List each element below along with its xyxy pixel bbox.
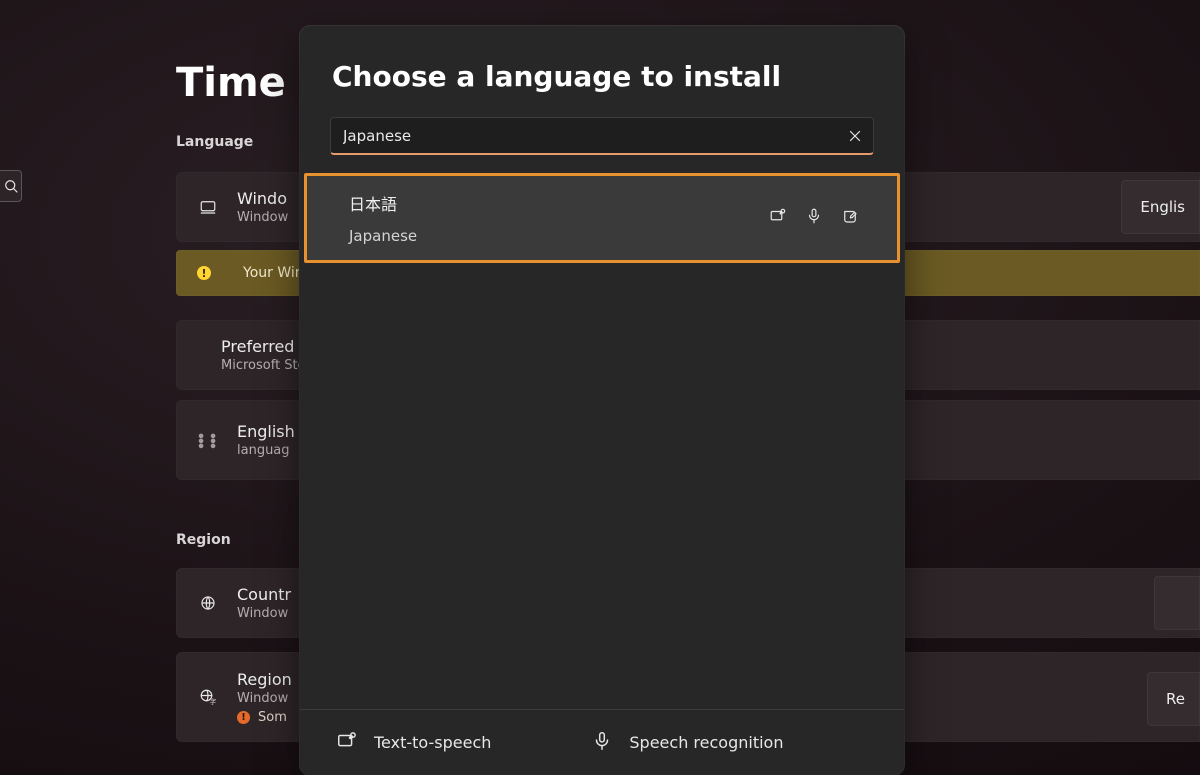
- search-icon: [2, 177, 20, 195]
- language-search-input[interactable]: [331, 127, 837, 145]
- svg-text:字: 字: [210, 697, 217, 706]
- monitor-icon: [197, 198, 219, 216]
- clear-search-button[interactable]: [837, 127, 873, 145]
- value-label: Englis: [1140, 198, 1185, 216]
- language-search-field[interactable]: [330, 117, 874, 155]
- sidebar-search-stub[interactable]: [0, 170, 22, 202]
- country-value[interactable]: [1154, 576, 1200, 630]
- drag-handle-icon[interactable]: ∙∙∙∙∙∙: [197, 433, 219, 448]
- capability-legend: Text-to-speech Speech recognition: [300, 709, 904, 775]
- legend-label: Text-to-speech: [374, 733, 491, 752]
- alert-text: Som: [258, 710, 287, 725]
- dialog-title: Choose a language to install: [300, 26, 904, 93]
- speech-recognition-icon: [591, 730, 613, 756]
- text-to-speech-icon: [336, 730, 358, 756]
- globe-icon: [197, 594, 219, 612]
- regional-format-value[interactable]: Re: [1147, 672, 1200, 726]
- close-icon: [846, 127, 864, 145]
- language-result-japanese[interactable]: 日本語 Japanese: [304, 173, 900, 263]
- result-english-name: Japanese: [349, 227, 769, 245]
- section-header-region: Region: [176, 532, 231, 548]
- alert-icon: !: [237, 711, 250, 724]
- warning-icon: !: [197, 266, 211, 280]
- legend-item-speech: Speech recognition: [591, 730, 783, 756]
- warning-text: Your Win: [243, 265, 304, 281]
- speech-recognition-icon: [805, 207, 823, 229]
- text-to-speech-icon: [769, 207, 787, 229]
- result-text: 日本語 Japanese: [349, 191, 769, 245]
- section-header-language: Language: [176, 134, 253, 150]
- handwriting-icon: [841, 207, 859, 229]
- result-capability-icons: [769, 207, 859, 229]
- results-scroll-area[interactable]: [300, 263, 904, 709]
- legend-item-tts: Text-to-speech: [336, 730, 491, 756]
- legend-label: Speech recognition: [629, 733, 783, 752]
- result-native-name: 日本語: [349, 191, 769, 215]
- display-language-value[interactable]: Englis: [1121, 180, 1200, 234]
- value-label: Re: [1166, 690, 1185, 708]
- choose-language-dialog: Choose a language to install 日本語 Japanes…: [300, 26, 904, 775]
- globe-character-icon: 字: [197, 688, 219, 706]
